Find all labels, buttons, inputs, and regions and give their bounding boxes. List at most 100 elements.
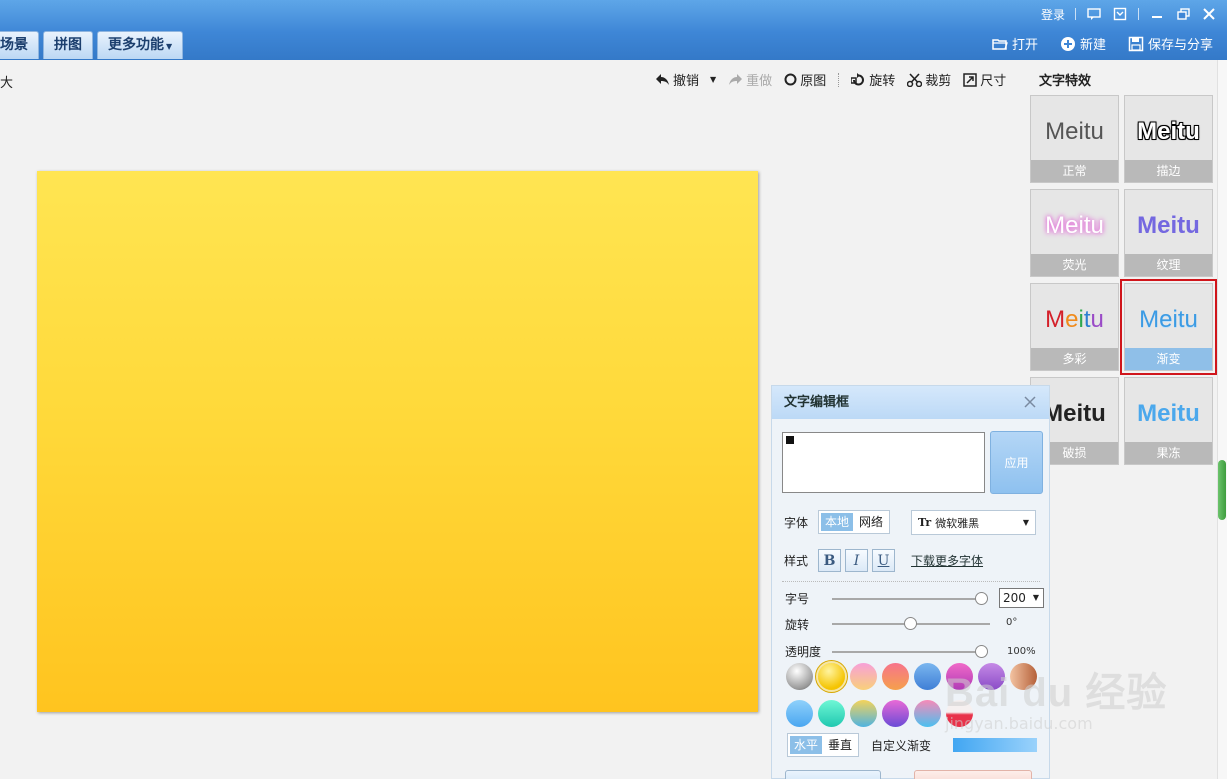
text-effects-title: 文字特效 xyxy=(1039,74,1092,89)
restore-icon[interactable] xyxy=(1175,6,1191,22)
apply-button[interactable]: 应用 xyxy=(990,431,1043,494)
bold-button[interactable]: B xyxy=(818,549,842,572)
circle-icon xyxy=(784,73,797,86)
tab-scene[interactable]: 场景 xyxy=(0,31,39,59)
open-button[interactable]: 打开 xyxy=(992,34,1038,53)
skin-icon[interactable] xyxy=(1112,6,1128,22)
login-link[interactable]: 登录 xyxy=(1041,6,1065,23)
font-type-icon: Tr xyxy=(918,516,932,529)
gradient-swatch[interactable] xyxy=(914,663,941,690)
rotate-slider-knob[interactable] xyxy=(904,617,917,630)
crop-label: 裁剪 xyxy=(925,74,952,89)
text-settings-button[interactable] xyxy=(785,770,881,779)
gradient-swatch[interactable] xyxy=(786,700,813,727)
resize-icon xyxy=(963,72,977,87)
rotate-label: 旋转 xyxy=(869,74,896,89)
font-select[interactable]: Tr 微软雅黑 ▼ xyxy=(911,510,1036,535)
gradient-swatch[interactable] xyxy=(914,700,941,727)
chevron-down-icon: ▼ xyxy=(166,42,173,51)
feedback-icon[interactable] xyxy=(1086,6,1102,22)
effect-glow[interactable]: Meitu 荧光 xyxy=(1030,189,1119,277)
image-canvas[interactable] xyxy=(37,171,758,712)
panel-title: 文字编辑框 xyxy=(784,395,850,410)
undo-button[interactable]: 撤销 ▼ xyxy=(655,70,716,89)
gradient-swatch[interactable] xyxy=(882,700,909,727)
effect-sample: Meitu xyxy=(1137,400,1200,427)
vertical-scrollbar[interactable] xyxy=(1217,60,1227,779)
style-label: 样式 xyxy=(784,554,809,568)
tab-collage[interactable]: 拼图 xyxy=(43,31,93,59)
effect-stroke[interactable]: Meitu 描边 xyxy=(1124,95,1213,183)
text-effects-grid: Meitu 正常 Meitu 描边 Meitu 荧光 Meitu 纹理 Meit… xyxy=(1030,95,1218,465)
effect-colorful[interactable]: Meitu 多彩 xyxy=(1030,283,1119,371)
minimize-icon[interactable] xyxy=(1149,6,1165,22)
close-icon[interactable] xyxy=(1201,6,1217,22)
opacity-slider[interactable] xyxy=(832,645,988,658)
size-select[interactable]: 200 ▼ xyxy=(999,588,1044,608)
effect-label: 果冻 xyxy=(1125,442,1212,464)
underline-button[interactable]: U xyxy=(872,549,896,572)
save-share-button[interactable]: 保存与分享 xyxy=(1128,34,1213,53)
effect-sample-colorful: Meitu xyxy=(1045,306,1104,333)
download-fonts-link[interactable]: 下载更多字体 xyxy=(911,552,983,569)
size-label: 字号 xyxy=(785,592,810,606)
redo-label: 重做 xyxy=(746,74,773,89)
size-slider-knob[interactable] xyxy=(975,592,988,605)
direction-vertical-option[interactable]: 垂直 xyxy=(824,736,856,754)
size-button[interactable]: 尺寸 xyxy=(963,70,1006,89)
crop-button[interactable]: 裁剪 xyxy=(907,70,951,89)
effect-label: 描边 xyxy=(1125,160,1212,182)
divider xyxy=(782,581,1040,582)
effect-normal[interactable]: Meitu 正常 xyxy=(1030,95,1119,183)
watermark: Bai du 经验 jingyan.baidu.com xyxy=(945,660,1167,733)
rotate-slider[interactable] xyxy=(832,617,990,630)
gradient-swatch-selected[interactable] xyxy=(818,663,845,690)
tab-more-features[interactable]: 更多功能 ▼ xyxy=(97,31,184,59)
folder-icon xyxy=(992,38,1008,50)
gradient-swatch[interactable] xyxy=(882,663,909,690)
save-text-button[interactable] xyxy=(914,770,1032,779)
rotate-button[interactable]: 旋转 xyxy=(851,70,895,89)
font-select-value: 微软雅黑 xyxy=(935,516,980,530)
original-label: 原图 xyxy=(800,74,827,89)
effect-sample: Meitu xyxy=(1137,118,1200,145)
font-label: 字体 xyxy=(784,515,809,530)
close-icon[interactable] xyxy=(1023,395,1037,409)
effect-texture[interactable]: Meitu 纹理 xyxy=(1124,189,1213,277)
redo-button[interactable]: 重做 xyxy=(728,70,772,89)
panel-header[interactable]: 文字编辑框 xyxy=(772,386,1049,419)
undo-history-dropdown-icon[interactable]: ▼ xyxy=(710,75,716,84)
title-bar: 登录 场景 拼图 更多功能 ▼ 打开 新建 保存与分享 xyxy=(0,0,1227,60)
font-source-toggle: 本地 网络 xyxy=(818,510,891,534)
gradient-swatch[interactable] xyxy=(850,663,877,690)
italic-button[interactable]: I xyxy=(845,549,869,572)
direction-horizontal-option[interactable]: 水平 xyxy=(790,736,823,754)
undo-icon xyxy=(656,74,669,85)
scrollbar-thumb[interactable] xyxy=(1218,460,1226,520)
effect-sample: Meitu xyxy=(1139,306,1198,333)
gradient-swatch[interactable] xyxy=(850,700,877,727)
gradient-swatch[interactable] xyxy=(786,663,813,690)
main-tabs: 场景 拼图 更多功能 ▼ xyxy=(0,31,184,59)
undo-label: 撤销 xyxy=(673,74,700,89)
custom-gradient-label[interactable]: 自定义渐变 xyxy=(871,737,931,754)
save-icon xyxy=(1128,36,1144,51)
size-label: 尺寸 xyxy=(980,74,1007,89)
opacity-slider-knob[interactable] xyxy=(975,645,988,658)
custom-gradient-preview[interactable] xyxy=(953,738,1037,752)
file-actions: 打开 新建 保存与分享 xyxy=(992,34,1213,53)
effect-sample: Meitu xyxy=(1045,118,1104,145)
effect-jelly[interactable]: Meitu 果冻 xyxy=(1124,377,1213,465)
new-button[interactable]: 新建 xyxy=(1060,34,1106,53)
effect-label: 多彩 xyxy=(1031,348,1118,370)
original-button[interactable]: 原图 xyxy=(784,70,826,89)
effect-gradient[interactable]: Meitu 渐变 xyxy=(1120,279,1217,375)
gradient-swatch[interactable] xyxy=(818,700,845,727)
font-local-option[interactable]: 本地 xyxy=(821,513,854,531)
zoom-label[interactable]: 大 xyxy=(0,72,13,91)
size-slider[interactable] xyxy=(832,592,988,605)
gradient-direction-toggle: 水平 垂直 xyxy=(787,733,860,757)
font-network-option[interactable]: 网络 xyxy=(855,513,887,531)
window-controls: 登录 xyxy=(1041,4,1217,24)
text-input[interactable] xyxy=(782,432,985,493)
